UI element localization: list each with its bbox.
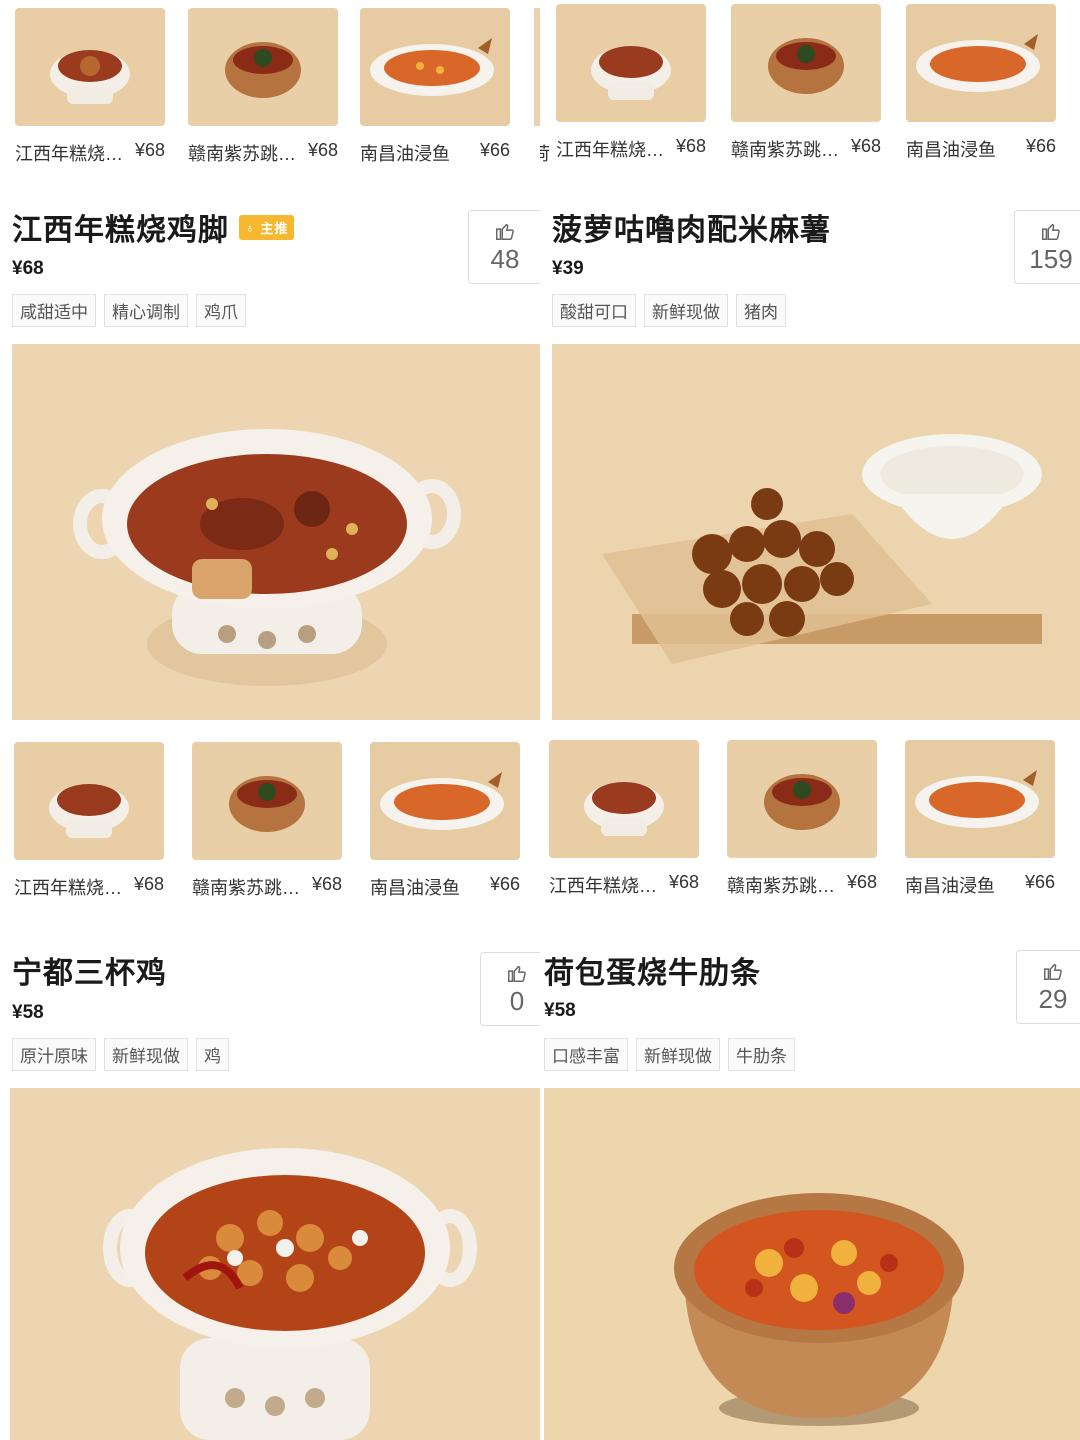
tag: 口感丰富 [544, 1038, 628, 1071]
like-count: 0 [509, 985, 525, 1016]
dish-title: 荷包蛋烧牛肋条 [544, 957, 761, 990]
thumbnail-name: 赣南紫苏跳… [731, 140, 839, 160]
dish-hero-image [544, 1088, 1080, 1440]
thumbs-up-icon [1042, 223, 1060, 240]
tag-list: 酸甜可口 新鲜现做 猪肉 [552, 294, 786, 327]
dish-hero-image [10, 1088, 540, 1440]
tag: 酸甜可口 [552, 294, 636, 327]
tag: 牛肋条 [728, 1038, 795, 1071]
dish-thumbnail-image [906, 4, 1056, 122]
dish-card: 江西年糕烧… ¥68 赣南紫苏跳… ¥68 南昌油浸鱼 ¥66 江西年糕烧鸡脚 ♁ 主推… [0, 0, 540, 720]
edge-caption: 荷 [540, 144, 550, 164]
tag: 新鲜现做 [104, 1038, 188, 1071]
dish-thumbnail-image [556, 4, 706, 122]
thumbnail-price: ¥68 [134, 140, 165, 160]
thumbnail-item[interactable]: 江西年糕烧… ¥68 [549, 740, 699, 898]
thumbnail-price: ¥68 [675, 136, 706, 156]
thumbnail-price: ¥68 [850, 136, 881, 156]
thumbnail-price: ¥66 [479, 140, 510, 160]
thumbnail-price: ¥68 [668, 872, 699, 892]
thumbs-up-icon [496, 223, 514, 240]
thumbnail-price: ¥66 [1024, 872, 1055, 892]
tag: 猪肉 [736, 294, 786, 327]
tag-list: 原汁原味 新鲜现做 鸡 [12, 1038, 229, 1071]
dish-hero-image [12, 344, 540, 720]
thumbnail-price: ¥68 [133, 874, 164, 894]
like-button[interactable]: 159 [1014, 210, 1080, 284]
thumbnail-item[interactable]: 南昌油浸鱼 ¥66 [370, 742, 520, 900]
dish-price: ¥58 [544, 1000, 576, 1021]
thumbnail-price: ¥66 [489, 874, 520, 894]
dish-price: ¥39 [552, 258, 584, 279]
dish-thumbnail-image [727, 740, 877, 858]
thumbnail-item[interactable]: 赣南紫苏跳… ¥68 [727, 740, 877, 898]
thumbnail-name: 江西年糕烧… [556, 140, 664, 160]
dish-thumbnail-image [192, 742, 342, 860]
thumbnail-name: 南昌油浸鱼 [370, 878, 460, 898]
thumbnail-name: 南昌油浸鱼 [360, 144, 450, 164]
tag: 鸡爪 [196, 294, 246, 327]
thumbnail-price: ¥68 [311, 874, 342, 894]
thumbnail-item[interactable]: 赣南紫苏跳… ¥68 [731, 4, 881, 162]
dish-thumbnail-image [15, 8, 165, 126]
thumbnail-price: ¥66 [1025, 136, 1056, 156]
dish-thumbnail-image [549, 740, 699, 858]
recommended-badge: ♁ 主推 [239, 214, 295, 240]
dish-title: 菠萝咕噜肉配米麻薯 [552, 214, 831, 247]
thumbs-up-icon [508, 965, 526, 982]
dish-thumbnail-image [14, 742, 164, 860]
like-button[interactable]: 48 [468, 210, 540, 284]
thumbnail-item[interactable]: 赣南紫苏跳… ¥68 [192, 742, 342, 900]
like-button[interactable]: 0 [480, 952, 540, 1026]
thumbnail-name: 南昌油浸鱼 [906, 140, 996, 160]
tag: 新鲜现做 [644, 294, 728, 327]
thumbnail-item[interactable]: 江西年糕烧… ¥68 [556, 4, 706, 162]
thumbnail-strip: 江西年糕烧… ¥68 赣南紫苏跳… ¥68 南昌油浸鱼 ¥66 荷 [540, 0, 1080, 180]
thumbnail-price: ¥68 [846, 872, 877, 892]
dish-thumbnail-image [370, 742, 520, 860]
like-count: 29 [1038, 983, 1068, 1014]
thumbnail-item[interactable]: 南昌油浸鱼 ¥66 [360, 8, 510, 166]
thumbnail-name: 赣南紫苏跳… [188, 144, 296, 164]
thumbnail-item[interactable]: 南昌油浸鱼 ¥66 [905, 740, 1055, 898]
tag-list: 咸甜适中 精心调制 鸡爪 [12, 294, 246, 327]
thumbnail-name: 赣南紫苏跳… [727, 876, 835, 896]
thumbnail-name: 南昌油浸鱼 [905, 876, 995, 896]
tag: 咸甜适中 [12, 294, 96, 327]
tag: 鸡 [196, 1038, 229, 1071]
like-button[interactable]: 29 [1016, 950, 1080, 1024]
thumbnail-name: 江西年糕烧… [14, 878, 122, 898]
dish-thumbnail-image [188, 8, 338, 126]
thumbnail-name: 赣南紫苏跳… [192, 878, 300, 898]
thumbnail-strip: 江西年糕烧… ¥68 赣南紫苏跳… ¥68 南昌油浸鱼 ¥66 [0, 0, 540, 180]
thumbs-up-icon [1044, 963, 1062, 980]
dish-thumbnail-image [360, 8, 510, 126]
dish-price: ¥58 [12, 1002, 44, 1023]
like-count: 159 [1029, 243, 1073, 274]
dish-price: ¥68 [12, 258, 44, 279]
dish-thumbnail-image [731, 4, 881, 122]
thumbnail-item[interactable]: 赣南紫苏跳… ¥68 [188, 8, 338, 166]
thumbnail-item[interactable]: 江西年糕烧… ¥68 [14, 742, 164, 900]
thumbnail-name: 江西年糕烧… [15, 144, 123, 164]
dish-title: 宁都三杯鸡 [12, 957, 167, 990]
dish-title: 江西年糕烧鸡脚 ♁ 主推 [12, 205, 295, 249]
tag: 精心调制 [104, 294, 188, 327]
dish-card: 江西年糕烧… ¥68 赣南紫苏跳… ¥68 南昌油浸鱼 ¥66 荷包蛋烧牛肋条 ¥58… [540, 720, 1080, 1440]
thumbnail-price: ¥68 [307, 140, 338, 160]
tag-list: 口感丰富 新鲜现做 牛肋条 [544, 1038, 795, 1071]
thumbnail-item[interactable]: 江西年糕烧… ¥68 [15, 8, 165, 166]
thumbnail-item[interactable]: 南昌油浸鱼 ¥66 [906, 4, 1056, 162]
tag: 新鲜现做 [636, 1038, 720, 1071]
thumbnail-strip: 江西年糕烧… ¥68 赣南紫苏跳… ¥68 南昌油浸鱼 ¥66 [540, 720, 1080, 900]
dish-card: 江西年糕烧… ¥68 赣南紫苏跳… ¥68 南昌油浸鱼 ¥66 宁都三杯鸡 ¥58 原… [0, 720, 540, 1440]
dish-thumbnail-image [905, 740, 1055, 858]
thumbnail-name: 江西年糕烧… [549, 876, 657, 896]
dish-hero-image [552, 344, 1080, 720]
tag: 原汁原味 [12, 1038, 96, 1071]
like-count: 48 [490, 243, 520, 274]
thumbnail-strip: 江西年糕烧… ¥68 赣南紫苏跳… ¥68 南昌油浸鱼 ¥66 [0, 720, 540, 900]
dish-card: 江西年糕烧… ¥68 赣南紫苏跳… ¥68 南昌油浸鱼 ¥66 荷 菠萝咕噜肉配米麻薯… [540, 0, 1080, 720]
medal-icon: ♁ [245, 219, 256, 235]
